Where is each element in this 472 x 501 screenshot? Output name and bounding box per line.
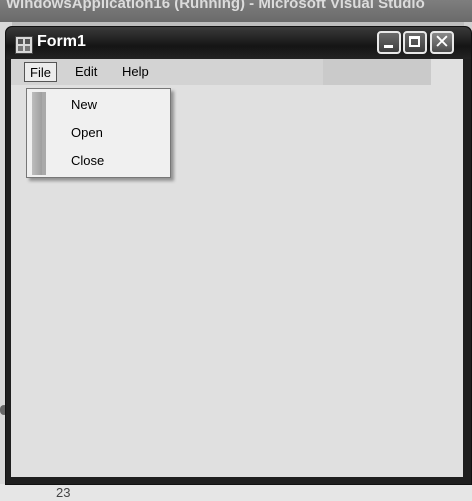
- form-icon[interactable]: [15, 36, 33, 54]
- background-window-title: WindowsApplication16 (Running) - Microso…: [6, 0, 425, 12]
- background-line-number: 23: [56, 485, 71, 500]
- maximize-button[interactable]: [403, 31, 427, 54]
- background-window-titlebar: WindowsApplication16 (Running) - Microso…: [0, 0, 472, 22]
- menu-item-open[interactable]: Open: [71, 119, 103, 147]
- menu-image-margin: [32, 92, 42, 175]
- menu-bar: File Edit Help: [11, 59, 431, 85]
- menu-image-margin-edge: [42, 92, 46, 175]
- form-titlebar[interactable]: Form1 ✕: [6, 27, 471, 59]
- menu-bar-filler: [323, 59, 431, 85]
- menu-file[interactable]: File: [24, 62, 57, 82]
- menu-help[interactable]: Help: [117, 62, 154, 82]
- form-title: Form1: [37, 33, 86, 50]
- minimize-icon: [384, 45, 393, 48]
- file-menu-dropdown: New Open Close: [26, 88, 171, 178]
- menu-item-close[interactable]: Close: [71, 147, 104, 175]
- close-icon: ✕: [434, 31, 450, 53]
- background-bottom-panel: [0, 484, 472, 501]
- close-button[interactable]: ✕: [430, 31, 454, 54]
- maximize-icon: [409, 36, 420, 47]
- menu-item-new[interactable]: New: [71, 91, 97, 119]
- minimize-button[interactable]: [377, 31, 401, 54]
- menu-edit[interactable]: Edit: [70, 62, 102, 82]
